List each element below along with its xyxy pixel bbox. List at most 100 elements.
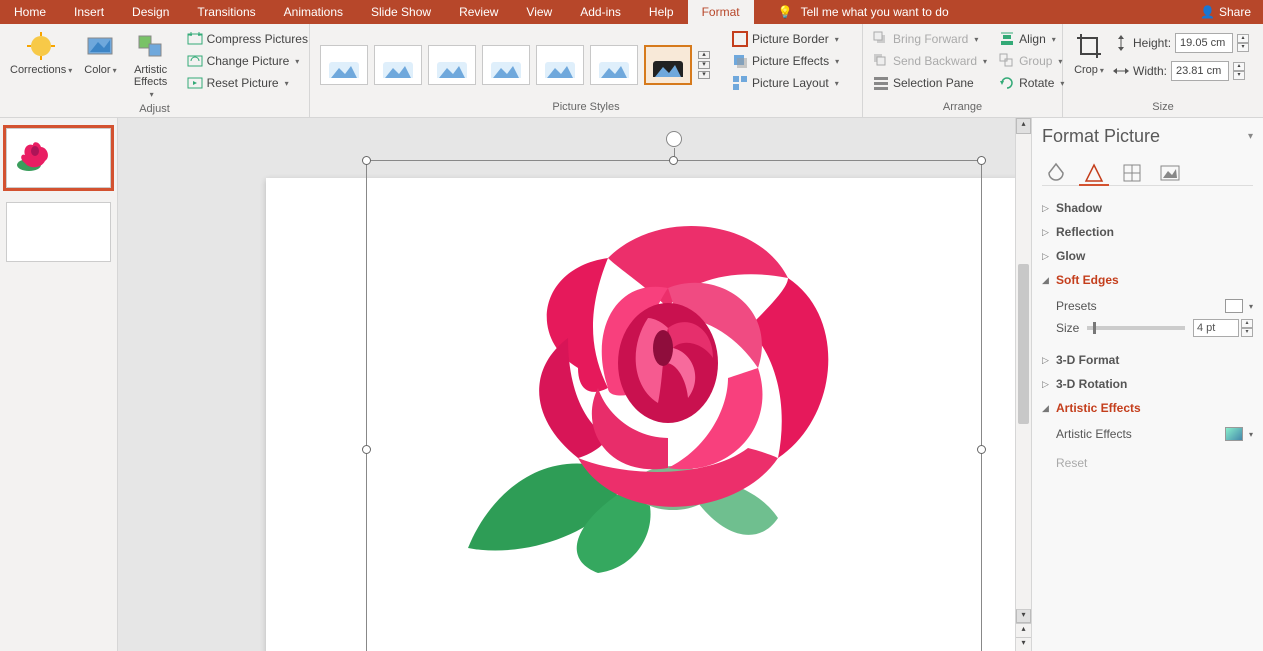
color-button[interactable]: Color▾ [80, 28, 120, 103]
tab-home[interactable]: Home [0, 0, 60, 24]
preset-dropdown[interactable]: ▾ [1249, 302, 1253, 311]
tab-design[interactable]: Design [118, 0, 183, 24]
slide-thumb-2[interactable] [6, 202, 111, 262]
resize-handle-n[interactable] [669, 156, 678, 165]
style-thumb-7[interactable] [644, 45, 692, 85]
scroll-down-button[interactable]: ▾ [1016, 609, 1031, 623]
pane-menu-button[interactable]: ▾ [1248, 131, 1253, 142]
height-input[interactable]: 19.05 cm [1175, 33, 1233, 53]
share-label: Share [1219, 5, 1251, 19]
group-arrange: Bring Forward▾ Send Backward▾ Selection … [863, 24, 1063, 117]
soft-edges-body: Presets ▾ Size 4 pt ▴▾ [1042, 292, 1253, 348]
style-thumb-3[interactable] [428, 45, 476, 85]
group-label-size: Size [1069, 101, 1257, 115]
change-picture-icon [187, 53, 203, 69]
lightbulb-icon: 💡 [778, 5, 793, 19]
next-slide-button[interactable]: ▾ [1016, 637, 1031, 651]
gallery-scroll-up[interactable]: ▴ [698, 51, 710, 59]
se-size-up[interactable]: ▴ [1241, 319, 1253, 328]
prev-slide-button[interactable]: ▴ [1016, 623, 1031, 637]
corrections-button[interactable]: Corrections▾ [6, 28, 76, 103]
artistic-effects-button[interactable]: Artistic Effects▾ [125, 28, 177, 103]
scroll-up-button[interactable]: ▴ [1016, 118, 1031, 134]
resize-handle-nw[interactable] [362, 156, 371, 165]
pane-tab-effects[interactable] [1082, 161, 1106, 185]
ribbon-tabs: Home Insert Design Transitions Animation… [0, 0, 1263, 24]
tab-transitions[interactable]: Transitions [183, 0, 269, 24]
height-icon [1113, 35, 1129, 51]
style-thumb-2[interactable] [374, 45, 422, 85]
reset-picture-button[interactable]: Reset Picture▾ [183, 72, 312, 94]
share-button[interactable]: 👤 Share [1188, 0, 1263, 24]
picture-effects-button[interactable]: Picture Effects▾ [728, 50, 843, 72]
tab-view[interactable]: View [512, 0, 566, 24]
gallery-expand[interactable]: ▾ [698, 71, 710, 79]
align-button[interactable]: Align▾ [995, 28, 1068, 50]
style-thumb-1[interactable] [320, 45, 368, 85]
compress-pictures-button[interactable]: Compress Pictures [183, 28, 312, 50]
width-down[interactable]: ▾ [1233, 71, 1245, 80]
width-input[interactable]: 23.81 cm [1171, 61, 1229, 81]
picture-effects-icon [732, 53, 748, 69]
section-glow[interactable]: ▷Glow [1042, 244, 1253, 268]
group-button[interactable]: Group▾ [995, 50, 1068, 72]
artistic-reset-button[interactable]: Reset [1042, 452, 1253, 470]
resize-handle-e[interactable] [977, 445, 986, 454]
section-artistic-effects[interactable]: ◢Artistic Effects [1042, 396, 1253, 420]
section-soft-edges[interactable]: ◢Soft Edges [1042, 268, 1253, 292]
selection-pane-button[interactable]: Selection Pane [869, 72, 991, 94]
rotate-handle[interactable] [666, 131, 682, 147]
send-backward-button[interactable]: Send Backward▾ [869, 50, 991, 72]
bring-forward-button[interactable]: Bring Forward▾ [869, 28, 991, 50]
slide-thumb-1[interactable] [6, 128, 111, 188]
gallery-more: ▴ ▾ ▾ [698, 51, 712, 79]
scroll-thumb[interactable] [1018, 264, 1029, 424]
width-up[interactable]: ▴ [1233, 62, 1245, 71]
artistic-effects-picker[interactable] [1225, 427, 1243, 441]
color-icon [84, 30, 116, 62]
artistic-effects-label: Artistic Effects [1056, 427, 1132, 441]
height-up[interactable]: ▴ [1237, 34, 1249, 43]
tab-format[interactable]: Format [688, 0, 754, 24]
person-icon: 👤 [1200, 5, 1215, 19]
tab-slideshow[interactable]: Slide Show [357, 0, 445, 24]
style-thumb-6[interactable] [590, 45, 638, 85]
corrections-icon [25, 30, 57, 62]
height-down[interactable]: ▾ [1237, 43, 1249, 52]
pane-tab-fill[interactable] [1044, 161, 1068, 185]
picture-selection-box[interactable] [366, 160, 982, 651]
group-size: Crop▾ Height: 19.05 cm ▴▾ Width: 23.81 c… [1063, 24, 1263, 117]
crop-button[interactable]: Crop▾ [1069, 28, 1109, 101]
tell-me-search[interactable]: 💡 Tell me what you want to do [754, 0, 1188, 24]
style-thumb-5[interactable] [536, 45, 584, 85]
picture-layout-button[interactable]: Picture Layout▾ [728, 72, 843, 94]
gallery-scroll-down[interactable]: ▾ [698, 61, 710, 69]
pane-tab-size[interactable] [1120, 161, 1144, 185]
scroll-track[interactable] [1016, 134, 1031, 591]
tab-help[interactable]: Help [635, 0, 688, 24]
compress-icon [187, 31, 203, 47]
slide-canvas[interactable] [118, 118, 1015, 651]
change-picture-button[interactable]: Change Picture▾ [183, 50, 312, 72]
soft-edges-preset-picker[interactable] [1225, 299, 1243, 313]
tab-insert[interactable]: Insert [60, 0, 118, 24]
resize-handle-ne[interactable] [977, 156, 986, 165]
pane-tab-picture[interactable] [1158, 161, 1182, 185]
section-3d-format[interactable]: ▷3-D Format [1042, 348, 1253, 372]
se-size-down[interactable]: ▾ [1241, 328, 1253, 337]
soft-edges-size-slider[interactable] [1087, 326, 1185, 330]
tab-addins[interactable]: Add-ins [566, 0, 635, 24]
section-shadow[interactable]: ▷Shadow [1042, 196, 1253, 220]
tab-animations[interactable]: Animations [270, 0, 357, 24]
section-reflection[interactable]: ▷Reflection [1042, 220, 1253, 244]
section-3d-rotation[interactable]: ▷3-D Rotation [1042, 372, 1253, 396]
picture-border-button[interactable]: Picture Border▾ [728, 28, 843, 50]
soft-edges-size-input[interactable]: 4 pt [1193, 319, 1239, 337]
rotate-button[interactable]: Rotate▾ [995, 72, 1068, 94]
style-thumb-4[interactable] [482, 45, 530, 85]
resize-handle-w[interactable] [362, 445, 371, 454]
presets-label: Presets [1056, 299, 1097, 313]
ae-dropdown[interactable]: ▾ [1249, 430, 1253, 439]
tab-review[interactable]: Review [445, 0, 512, 24]
artistic-effects-icon [135, 30, 167, 62]
